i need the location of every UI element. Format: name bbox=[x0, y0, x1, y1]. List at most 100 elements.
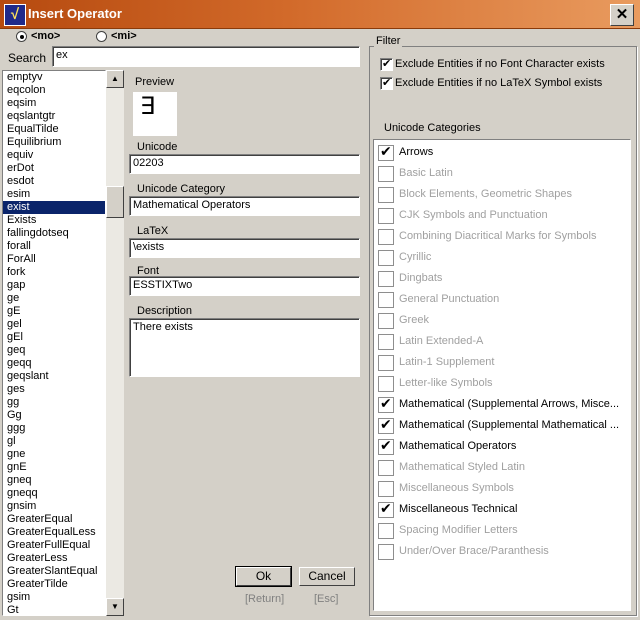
list-item[interactable]: fork bbox=[3, 266, 105, 279]
list-item[interactable]: eqcolon bbox=[3, 84, 105, 97]
list-item[interactable]: geqslant bbox=[3, 370, 105, 383]
category-label[interactable]: Block Elements, Geometric Shapes bbox=[399, 188, 629, 200]
category-label[interactable]: Latin-1 Supplement bbox=[399, 356, 629, 368]
category-checkbox[interactable] bbox=[378, 187, 394, 203]
list-item[interactable]: gel bbox=[3, 318, 105, 331]
category-row[interactable]: Cyrillic bbox=[378, 248, 628, 268]
category-label[interactable]: Mathematical (Supplemental Arrows, Misce… bbox=[399, 398, 629, 410]
list-item[interactable]: GreaterEqual bbox=[3, 513, 105, 526]
list-item[interactable]: gnE bbox=[3, 461, 105, 474]
category-checkbox[interactable] bbox=[378, 229, 394, 245]
list-item[interactable]: exist bbox=[3, 201, 105, 214]
category-row[interactable]: Miscellaneous Technical bbox=[378, 500, 628, 520]
list-item[interactable]: ge bbox=[3, 292, 105, 305]
category-checkbox[interactable] bbox=[378, 501, 394, 518]
exclude-latex-label[interactable]: Exclude Entities if no LaTeX Symbol exis… bbox=[395, 77, 602, 89]
category-row[interactable]: Latin Extended-A bbox=[378, 332, 628, 352]
category-row[interactable]: Greek bbox=[378, 311, 628, 331]
radio-mi[interactable] bbox=[96, 31, 107, 42]
category-checkbox[interactable] bbox=[378, 334, 394, 350]
category-label[interactable]: CJK Symbols and Punctuation bbox=[399, 209, 629, 221]
list-item[interactable]: Gt bbox=[3, 604, 105, 615]
list-item[interactable]: eqsim bbox=[3, 97, 105, 110]
list-item[interactable]: GreaterLess bbox=[3, 552, 105, 565]
category-checkbox[interactable] bbox=[378, 544, 394, 560]
exclude-font-checkbox[interactable] bbox=[380, 57, 393, 71]
list-item[interactable]: esim bbox=[3, 188, 105, 201]
list-item[interactable]: erDot bbox=[3, 162, 105, 175]
list-item[interactable]: esdot bbox=[3, 175, 105, 188]
category-row[interactable]: General Punctuation bbox=[378, 290, 628, 310]
list-item[interactable]: gg bbox=[3, 396, 105, 409]
category-label[interactable]: Mathematical Styled Latin bbox=[399, 461, 629, 473]
category-row[interactable]: Mathematical Styled Latin bbox=[378, 458, 628, 478]
list-item[interactable]: EqualTilde bbox=[3, 123, 105, 136]
unicode-field[interactable]: 02203 bbox=[129, 154, 360, 174]
category-row[interactable]: Combining Diacritical Marks for Symbols bbox=[378, 227, 628, 247]
category-label[interactable]: Miscellaneous Symbols bbox=[399, 482, 629, 494]
radio-mi-label[interactable]: <mi> bbox=[111, 30, 137, 42]
list-item[interactable]: geqq bbox=[3, 357, 105, 370]
radio-mo[interactable] bbox=[16, 31, 27, 42]
list-item[interactable]: geq bbox=[3, 344, 105, 357]
category-checkbox[interactable] bbox=[378, 250, 394, 266]
category-label[interactable]: Greek bbox=[399, 314, 629, 326]
list-item[interactable]: forall bbox=[3, 240, 105, 253]
category-row[interactable]: CJK Symbols and Punctuation bbox=[378, 206, 628, 226]
category-checkbox[interactable] bbox=[378, 313, 394, 329]
category-checkbox[interactable] bbox=[378, 355, 394, 371]
list-item[interactable]: gneq bbox=[3, 474, 105, 487]
list-item[interactable]: eqslantgtr bbox=[3, 110, 105, 123]
category-checkbox[interactable] bbox=[378, 396, 394, 413]
list-item[interactable]: gsim bbox=[3, 591, 105, 604]
category-row[interactable]: Mathematical (Supplemental Mathematical … bbox=[378, 416, 628, 436]
unicode-category-field[interactable]: Mathematical Operators bbox=[129, 196, 360, 216]
list-item[interactable]: equiv bbox=[3, 149, 105, 162]
list-item[interactable]: Exists bbox=[3, 214, 105, 227]
category-row[interactable]: Arrows bbox=[378, 143, 628, 163]
radio-mo-label[interactable]: <mo> bbox=[31, 30, 60, 42]
unicode-categories-list[interactable]: Arrows Basic Latin Block Elements, Geometr… bbox=[373, 139, 631, 611]
category-checkbox[interactable] bbox=[378, 144, 394, 161]
category-label[interactable]: Mathematical (Supplemental Mathematical … bbox=[399, 419, 629, 431]
category-row[interactable]: Mathematical Operators bbox=[378, 437, 628, 457]
category-row[interactable]: Latin-1 Supplement bbox=[378, 353, 628, 373]
list-item[interactable]: gl bbox=[3, 435, 105, 448]
exclude-latex-checkbox[interactable] bbox=[380, 76, 393, 90]
cancel-button[interactable]: Cancel bbox=[299, 567, 355, 586]
category-label[interactable]: Cyrillic bbox=[399, 251, 629, 263]
category-row[interactable]: Spacing Modifier Letters bbox=[378, 521, 628, 541]
category-checkbox[interactable] bbox=[378, 166, 394, 182]
category-checkbox[interactable] bbox=[378, 208, 394, 224]
category-row[interactable]: Block Elements, Geometric Shapes bbox=[378, 185, 628, 205]
search-input[interactable]: ex bbox=[52, 46, 360, 67]
category-row[interactable]: Dingbats bbox=[378, 269, 628, 289]
scroll-thumb[interactable] bbox=[106, 186, 124, 218]
font-field[interactable]: ESSTIXTwo bbox=[129, 276, 360, 296]
list-item[interactable]: GreaterEqualLess bbox=[3, 526, 105, 539]
category-label[interactable]: Under/Over Brace/Paranthesis bbox=[399, 545, 629, 557]
exclude-font-label[interactable]: Exclude Entities if no Font Character ex… bbox=[395, 58, 605, 70]
category-row[interactable]: Letter-like Symbols bbox=[378, 374, 628, 394]
category-label[interactable]: Mathematical Operators bbox=[399, 440, 629, 452]
category-checkbox[interactable] bbox=[378, 523, 394, 539]
list-item[interactable]: Equilibrium bbox=[3, 136, 105, 149]
list-item[interactable]: ges bbox=[3, 383, 105, 396]
list-item[interactable]: gap bbox=[3, 279, 105, 292]
list-item[interactable]: gEl bbox=[3, 331, 105, 344]
category-row[interactable]: Under/Over Brace/Paranthesis bbox=[378, 542, 628, 562]
list-item[interactable]: emptyv bbox=[3, 71, 105, 84]
list-item[interactable]: ForAll bbox=[3, 253, 105, 266]
category-label[interactable]: Arrows bbox=[399, 146, 629, 158]
category-label[interactable]: Letter-like Symbols bbox=[399, 377, 629, 389]
scroll-up-button[interactable]: ▲ bbox=[106, 70, 124, 88]
category-row[interactable]: Miscellaneous Symbols bbox=[378, 479, 628, 499]
category-label[interactable]: Dingbats bbox=[399, 272, 629, 284]
description-field[interactable]: There exists bbox=[129, 318, 360, 377]
category-checkbox[interactable] bbox=[378, 271, 394, 287]
category-label[interactable]: Basic Latin bbox=[399, 167, 629, 179]
list-item[interactable]: ggg bbox=[3, 422, 105, 435]
category-label[interactable]: Spacing Modifier Letters bbox=[399, 524, 629, 536]
category-checkbox[interactable] bbox=[378, 417, 394, 434]
category-checkbox[interactable] bbox=[378, 438, 394, 455]
